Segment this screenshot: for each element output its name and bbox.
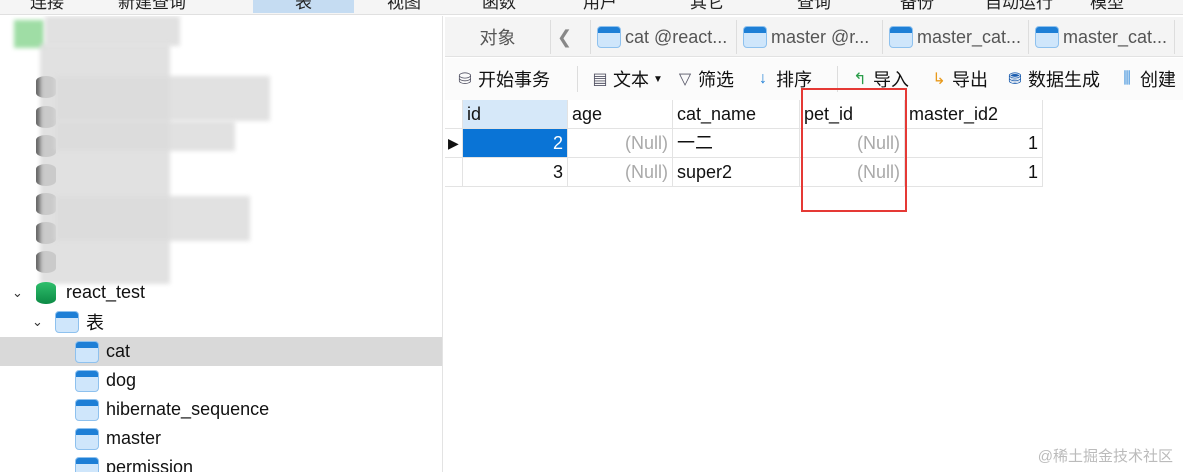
table-icon [743, 26, 767, 48]
begin-transaction-button[interactable]: ⛁ 开始事务 [455, 66, 550, 92]
cell-cat-name[interactable]: super2 [673, 158, 800, 187]
create-chart-button[interactable]: ⫼ 创建 [1117, 66, 1176, 92]
divider [577, 66, 578, 92]
document-icon: ▤ [592, 71, 608, 88]
tree-label: cat [106, 341, 131, 361]
tree-label: hibernate_sequence [106, 399, 270, 419]
tree-database-react-test[interactable]: ⌄ react_test [0, 278, 442, 307]
table-group-icon [55, 311, 79, 333]
chevron-left-icon: ❮ [557, 26, 573, 47]
tab-overflow[interactable] [1174, 20, 1183, 54]
table-icon [75, 457, 99, 472]
tree-label: 表 [86, 312, 104, 333]
button-label: 创建 [1140, 70, 1176, 90]
tab-master-cat-1[interactable]: master_cat... [882, 20, 1028, 54]
table-icon [75, 370, 99, 392]
button-label: 文本 [613, 70, 649, 90]
tree-table-permission[interactable]: permission [0, 453, 442, 472]
text-view-button[interactable]: ▤ 文本 ▼ [590, 66, 663, 92]
tab-label: master_cat... [1063, 26, 1168, 47]
tree-table-cat[interactable]: cat [0, 337, 442, 366]
menu-table[interactable]: 表 [253, 0, 354, 13]
menu-user[interactable]: 用户 [583, 0, 617, 13]
sort-icon: ↓ [759, 70, 767, 87]
tab-label: master_cat... [917, 26, 1022, 47]
menu-bar: 连接 新建查询 表 视图 函数 用户 其它 查询 备份 自动运行 模型 [0, 0, 1183, 15]
import-icon: ↰ [853, 71, 867, 88]
tab-label: cat @react... [625, 26, 728, 47]
tree-table-master[interactable]: master [0, 424, 442, 453]
cell-id[interactable]: 3 [463, 158, 568, 187]
tree-table-hibernate-sequence[interactable]: hibernate_sequence [0, 395, 442, 424]
watermark: @稀土掘金技术社区 [1037, 448, 1173, 465]
export-button[interactable]: ↳ 导出 [929, 66, 988, 92]
cell-age[interactable]: (Null) [568, 158, 673, 187]
tab-master-cat-2[interactable]: master_cat... [1028, 20, 1174, 54]
navigation-tree: ⌄ react_test ⌄ 表 cat dog hibernate_seque… [0, 16, 443, 472]
table-icon [889, 26, 913, 48]
menu-function[interactable]: 函数 [482, 0, 516, 13]
row-header-corner [445, 100, 463, 129]
cell-master-id2[interactable]: 1 [905, 158, 1043, 187]
menu-new-query[interactable]: 新建查询 [118, 0, 186, 13]
chart-icon: ⫼ [1123, 70, 1131, 87]
export-icon: ↳ [932, 71, 946, 88]
tab-bar: 对象 ❮ cat @react... master @r... master_c… [445, 17, 1183, 57]
cell-id[interactable]: 2 [463, 129, 568, 158]
scroll-left-button[interactable]: ❮ [550, 20, 590, 54]
tab-objects[interactable]: 对象 [445, 20, 550, 54]
tree-label: master [106, 428, 162, 448]
row-header[interactable] [445, 158, 463, 187]
tree-table-dog[interactable]: dog [0, 366, 442, 395]
table-icon [1035, 26, 1059, 48]
column-header-master-id2[interactable]: master_id2 [905, 100, 1043, 129]
menu-connect[interactable]: 连接 [30, 0, 64, 13]
menu-table-label: 表 [295, 0, 312, 12]
cell-age[interactable]: (Null) [568, 129, 673, 158]
filter-icon: ▽ [678, 71, 692, 88]
chevron-down-icon[interactable]: ⌄ [12, 285, 23, 301]
database-icon [36, 282, 56, 304]
tree-label: permission [106, 457, 194, 472]
table-icon [75, 399, 99, 421]
column-header-cat-name[interactable]: cat_name [673, 100, 800, 129]
tree-group-tables[interactable]: ⌄ 表 [0, 307, 442, 336]
current-row-indicator-icon[interactable]: ▶ [445, 129, 463, 158]
table-icon [597, 26, 621, 48]
redacted-area [55, 121, 235, 151]
menu-view[interactable]: 视图 [387, 0, 421, 13]
tree-label: react_test [66, 282, 146, 302]
annotation-highlight-box [801, 88, 907, 212]
filter-button[interactable]: ▽ 筛选 [675, 66, 734, 92]
button-label: 数据生成 [1028, 70, 1100, 90]
cell-master-id2[interactable]: 1 [905, 129, 1043, 158]
table-icon [75, 428, 99, 450]
table-icon [75, 341, 99, 363]
data-generation-icon: ⛃ [1008, 71, 1022, 88]
redacted-area [45, 16, 180, 46]
button-label: 开始事务 [478, 70, 550, 90]
menu-other[interactable]: 其它 [690, 0, 724, 13]
menu-backup[interactable]: 备份 [900, 0, 934, 13]
database-transaction-icon: ⛁ [458, 71, 472, 88]
column-header-age[interactable]: age [568, 100, 673, 129]
redacted-area [55, 76, 270, 121]
button-label: 筛选 [698, 70, 734, 90]
dropdown-arrow-icon: ▼ [653, 73, 663, 85]
tree-label: dog [106, 370, 137, 390]
tab-cat[interactable]: cat @react... [590, 20, 736, 54]
chevron-down-icon[interactable]: ⌄ [32, 314, 43, 330]
data-generation-button[interactable]: ⛃ 数据生成 [1005, 66, 1100, 92]
menu-automation[interactable]: 自动运行 [985, 0, 1053, 13]
menu-model[interactable]: 模型 [1090, 0, 1124, 13]
button-label: 导出 [952, 70, 988, 90]
tab-master[interactable]: master @r... [736, 20, 882, 54]
cell-cat-name[interactable]: 一二 [673, 129, 800, 158]
menu-query[interactable]: 查询 [797, 0, 831, 13]
redacted-area [55, 196, 250, 241]
tab-label: master @r... [771, 26, 870, 47]
column-header-id[interactable]: id [463, 100, 568, 129]
